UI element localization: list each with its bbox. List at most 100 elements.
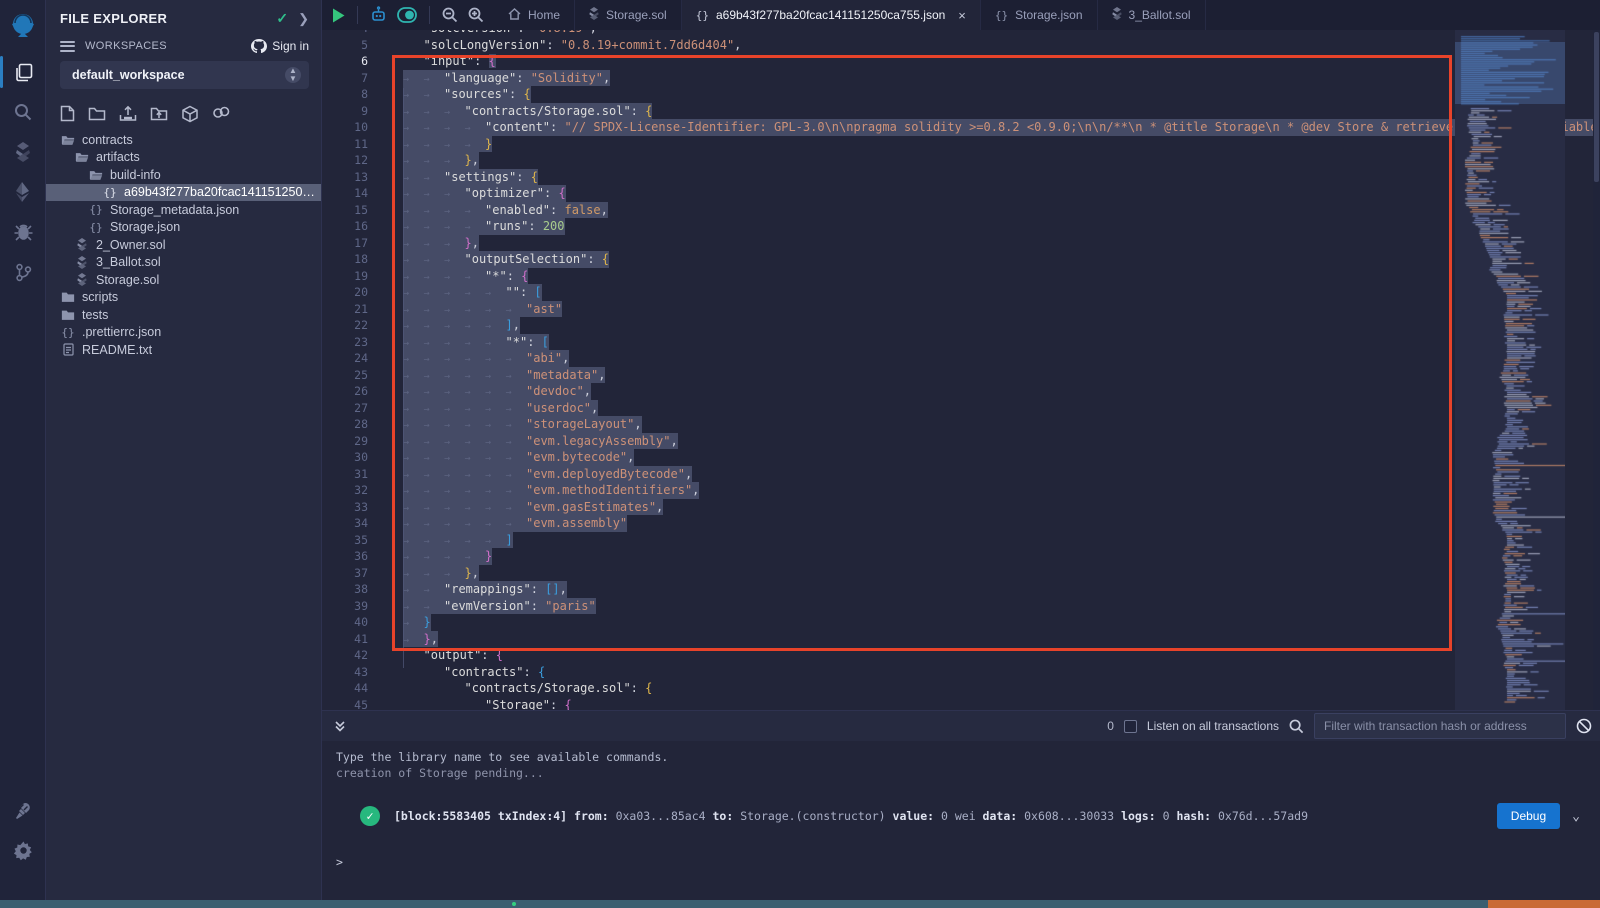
code-line[interactable]: 8→→"sources": {: [322, 86, 1600, 103]
panel-chevron-right-icon[interactable]: ❯: [298, 11, 309, 27]
code-line[interactable]: 6 "input": {: [322, 53, 1600, 70]
tab-close-icon[interactable]: ×: [958, 8, 966, 23]
sidebar-item-settings[interactable]: [0, 830, 46, 870]
code-line[interactable]: 31→→→→→→"evm.deployedBytecode",: [322, 466, 1600, 483]
new-file-icon[interactable]: [60, 105, 75, 122]
code-line[interactable]: 36→→→→}: [322, 548, 1600, 565]
code-line[interactable]: 27→→→→→→"userdoc",: [322, 400, 1600, 417]
clear-console-icon[interactable]: [1576, 718, 1592, 734]
code-line[interactable]: 30→→→→→→"evm.bytecode",: [322, 449, 1600, 466]
sidebar-item-file-explorer[interactable]: [0, 52, 46, 92]
minimap[interactable]: [1455, 30, 1565, 710]
tab-storage-sol[interactable]: Storage.sol: [575, 0, 682, 30]
code-line[interactable]: 26→→→→→→"devdoc",: [322, 383, 1600, 400]
sidebar-item-debugger[interactable]: [0, 212, 46, 252]
ai-toggle-icon[interactable]: [397, 7, 417, 23]
code-line[interactable]: 29→→→→→→"evm.legacyAssembly",: [322, 433, 1600, 450]
upload-folder-icon[interactable]: [150, 105, 168, 121]
listen-all-checkbox[interactable]: [1124, 720, 1137, 733]
code-line[interactable]: 38→→"remappings": [],: [322, 581, 1600, 598]
tree-item-a69b43f277ba20fcac141151250ca7-[interactable]: {}a69b43f277ba20fcac141151250ca7...: [46, 184, 321, 202]
code-line[interactable]: 42 "output": {: [322, 647, 1600, 664]
code-line[interactable]: 45 "Storage": {: [322, 697, 1600, 711]
code-line[interactable]: 28→→→→→→"storageLayout",: [322, 416, 1600, 433]
code-line[interactable]: 18→→→"outputSelection": {: [322, 251, 1600, 268]
code-line[interactable]: 12→→→},: [322, 152, 1600, 169]
tx-expand-chevron-icon[interactable]: ⌄: [1572, 809, 1580, 824]
minimap-viewport[interactable]: [1455, 42, 1565, 104]
tree-item-storage-sol[interactable]: Storage.sol: [46, 271, 321, 289]
cube-icon[interactable]: [181, 105, 199, 123]
code-line[interactable]: 17→→→},: [322, 235, 1600, 252]
terminal-prompt[interactable]: >: [336, 855, 1600, 869]
terminal-collapse-icon[interactable]: [334, 720, 346, 732]
code-line[interactable]: 39→→"evmVersion": "paris": [322, 598, 1600, 615]
code-line[interactable]: 19→→→→"*": {: [322, 268, 1600, 285]
zoom-out-icon[interactable]: [442, 7, 458, 23]
code-line[interactable]: 34→→→→→→"evm.assembly": [322, 515, 1600, 532]
sidebar-item-git[interactable]: [0, 252, 46, 292]
transaction-filter-input[interactable]: [1314, 713, 1566, 739]
upload-file-icon[interactable]: [119, 105, 137, 122]
tab-storage-json[interactable]: {}Storage.json: [981, 0, 1098, 30]
tree-item-tests[interactable]: tests: [46, 306, 321, 324]
transaction-log-row[interactable]: ✓ [block:5583405 txIndex:4] from: 0xa03.…: [336, 803, 1600, 829]
code-line[interactable]: 20→→→→→"": [: [322, 284, 1600, 301]
link-icon[interactable]: [212, 105, 231, 120]
code-line[interactable]: 7→→"language": "Solidity",: [322, 70, 1600, 87]
tree-item-storage-json[interactable]: {}Storage.json: [46, 219, 321, 237]
code-line[interactable]: 43 "contracts": {: [322, 664, 1600, 681]
sidebar-item-deploy-run[interactable]: [0, 172, 46, 212]
tab-home[interactable]: Home: [494, 0, 575, 30]
code-line[interactable]: 24→→→→→→"abi",: [322, 350, 1600, 367]
sidebar-item-solidity-compiler[interactable]: [0, 132, 46, 172]
code-line[interactable]: 35→→→→→]: [322, 532, 1600, 549]
tree-item-3-ballot-sol[interactable]: 3_Ballot.sol: [46, 254, 321, 272]
tree-item-contracts[interactable]: contracts: [46, 131, 321, 149]
editor-scrollbar[interactable]: [1593, 30, 1600, 710]
workspaces-menu-icon[interactable]: [60, 41, 75, 52]
code-line[interactable]: 11→→→→}: [322, 136, 1600, 153]
tree-item-artifacts[interactable]: artifacts: [46, 149, 321, 167]
tree-item-2-owner-sol[interactable]: 2_Owner.sol: [46, 236, 321, 254]
code-line[interactable]: 25→→→→→→"metadata",: [322, 367, 1600, 384]
tree-item-build-info[interactable]: build-info: [46, 166, 321, 184]
sidebar-item-search[interactable]: [0, 92, 46, 132]
tree-item-scripts[interactable]: scripts: [46, 289, 321, 307]
panel-title: FILE EXPLORER: [60, 11, 167, 26]
debug-button[interactable]: Debug: [1497, 803, 1560, 829]
remix-logo[interactable]: [0, 0, 46, 52]
sign-in-button[interactable]: Sign in: [251, 39, 309, 53]
ai-assistant-icon[interactable]: [370, 7, 387, 24]
code-line[interactable]: 9→→→"contracts/Storage.sol": {: [322, 103, 1600, 120]
tree-item--prettierrc-json[interactable]: {}.prettierrc.json: [46, 324, 321, 342]
code-line[interactable]: 13→→"settings": {: [322, 169, 1600, 186]
zoom-in-icon[interactable]: [468, 7, 484, 23]
tab-3-ballot-sol[interactable]: 3_Ballot.sol: [1098, 0, 1206, 30]
sidebar-item-plugin-manager[interactable]: [0, 790, 46, 830]
code-line[interactable]: 32→→→→→→"evm.methodIdentifiers",: [322, 482, 1600, 499]
run-script-button[interactable]: [332, 8, 345, 23]
code-token: :: [523, 665, 537, 679]
code-line[interactable]: 10→→→→"content": "// SPDX-License-Identi…: [322, 119, 1600, 136]
code-editor[interactable]: 4 "solcVersion": "0.8.19",5 "solcLongVer…: [322, 30, 1600, 710]
code-line[interactable]: 22→→→→→],: [322, 317, 1600, 334]
code-line[interactable]: 33→→→→→→"evm.gasEstimates",: [322, 499, 1600, 516]
code-line[interactable]: 37→→→},: [322, 565, 1600, 582]
code-line[interactable]: 14→→→"optimizer": {: [322, 185, 1600, 202]
code-line[interactable]: 15→→→→"enabled": false,: [322, 202, 1600, 219]
code-line[interactable]: 44 "contracts/Storage.sol": {: [322, 680, 1600, 697]
code-line[interactable]: 41→},: [322, 631, 1600, 648]
workspace-select[interactable]: default_workspace ▲▼: [60, 61, 309, 89]
code-line[interactable]: 23→→→→→"*": [: [322, 334, 1600, 351]
code-line[interactable]: 16→→→→"runs": 200: [322, 218, 1600, 235]
tree-item-readme-txt[interactable]: README.txt: [46, 341, 321, 359]
code-line[interactable]: 5 "solcLongVersion": "0.8.19+commit.7dd6…: [322, 37, 1600, 54]
terminal-search-icon[interactable]: [1289, 719, 1304, 734]
new-folder-icon[interactable]: [88, 105, 106, 121]
tab-a69b43f277ba20fcac141151250ca755-json[interactable]: {}a69b43f277ba20fcac141151250ca755.json×: [682, 0, 981, 30]
code-token: "output": [424, 648, 482, 662]
code-line[interactable]: 40→}: [322, 614, 1600, 631]
code-line[interactable]: 21→→→→→→"ast": [322, 301, 1600, 318]
tree-item-storage-metadata-json[interactable]: {}Storage_metadata.json: [46, 201, 321, 219]
